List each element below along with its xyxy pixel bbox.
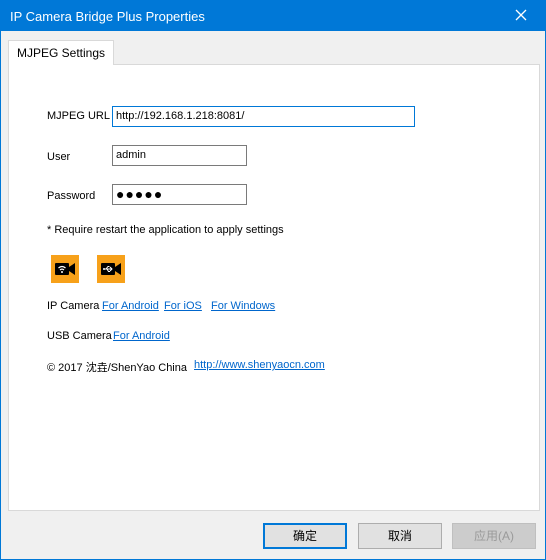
user-input[interactable]: admin xyxy=(112,145,247,166)
tab-panel: MJPEG URL http://192.168.1.218:8081/ Use… xyxy=(8,64,540,511)
mjpeg-url-input[interactable]: http://192.168.1.218:8081/ xyxy=(112,106,415,127)
wifi-camera-icon xyxy=(55,263,75,275)
user-label: User xyxy=(47,151,71,163)
tab-label: MJPEG Settings xyxy=(17,46,106,60)
usb-camera-label: USB Camera xyxy=(47,330,112,342)
ip-camera-windows-link[interactable]: For Windows xyxy=(211,300,275,312)
website-link[interactable]: http://www.shenyaocn.com xyxy=(194,359,325,371)
usb-camera-icon xyxy=(101,263,121,275)
mjpeg-url-label: MJPEG URL xyxy=(47,110,110,122)
usb-camera-android-link[interactable]: For Android xyxy=(113,330,170,342)
close-icon xyxy=(515,9,527,21)
ip-camera-label: IP Camera xyxy=(47,300,100,312)
password-label: Password xyxy=(47,190,96,202)
ip-camera-android-link[interactable]: For Android xyxy=(102,300,159,312)
ip-camera-ios-link[interactable]: For iOS xyxy=(164,300,202,312)
window-title: IP Camera Bridge Plus Properties xyxy=(10,9,205,24)
properties-dialog: IP Camera Bridge Plus Properties MJPEG S… xyxy=(0,0,546,560)
title-bar: IP Camera Bridge Plus Properties xyxy=(1,1,545,31)
ok-button[interactable]: 确定 xyxy=(263,523,347,549)
usb-camera-badge xyxy=(97,255,125,283)
wifi-camera-badge xyxy=(51,255,79,283)
password-input[interactable]: ●●●●● xyxy=(112,184,247,205)
cancel-button[interactable]: 取消 xyxy=(358,523,442,549)
apply-button[interactable]: 应用(A) xyxy=(452,523,536,549)
tab-mjpeg-settings[interactable]: MJPEG Settings xyxy=(8,40,114,65)
close-button[interactable] xyxy=(499,1,545,31)
copyright-text: © 2017 沈垚/ShenYao China xyxy=(47,362,187,374)
restart-note: * Require restart the application to app… xyxy=(47,224,284,236)
